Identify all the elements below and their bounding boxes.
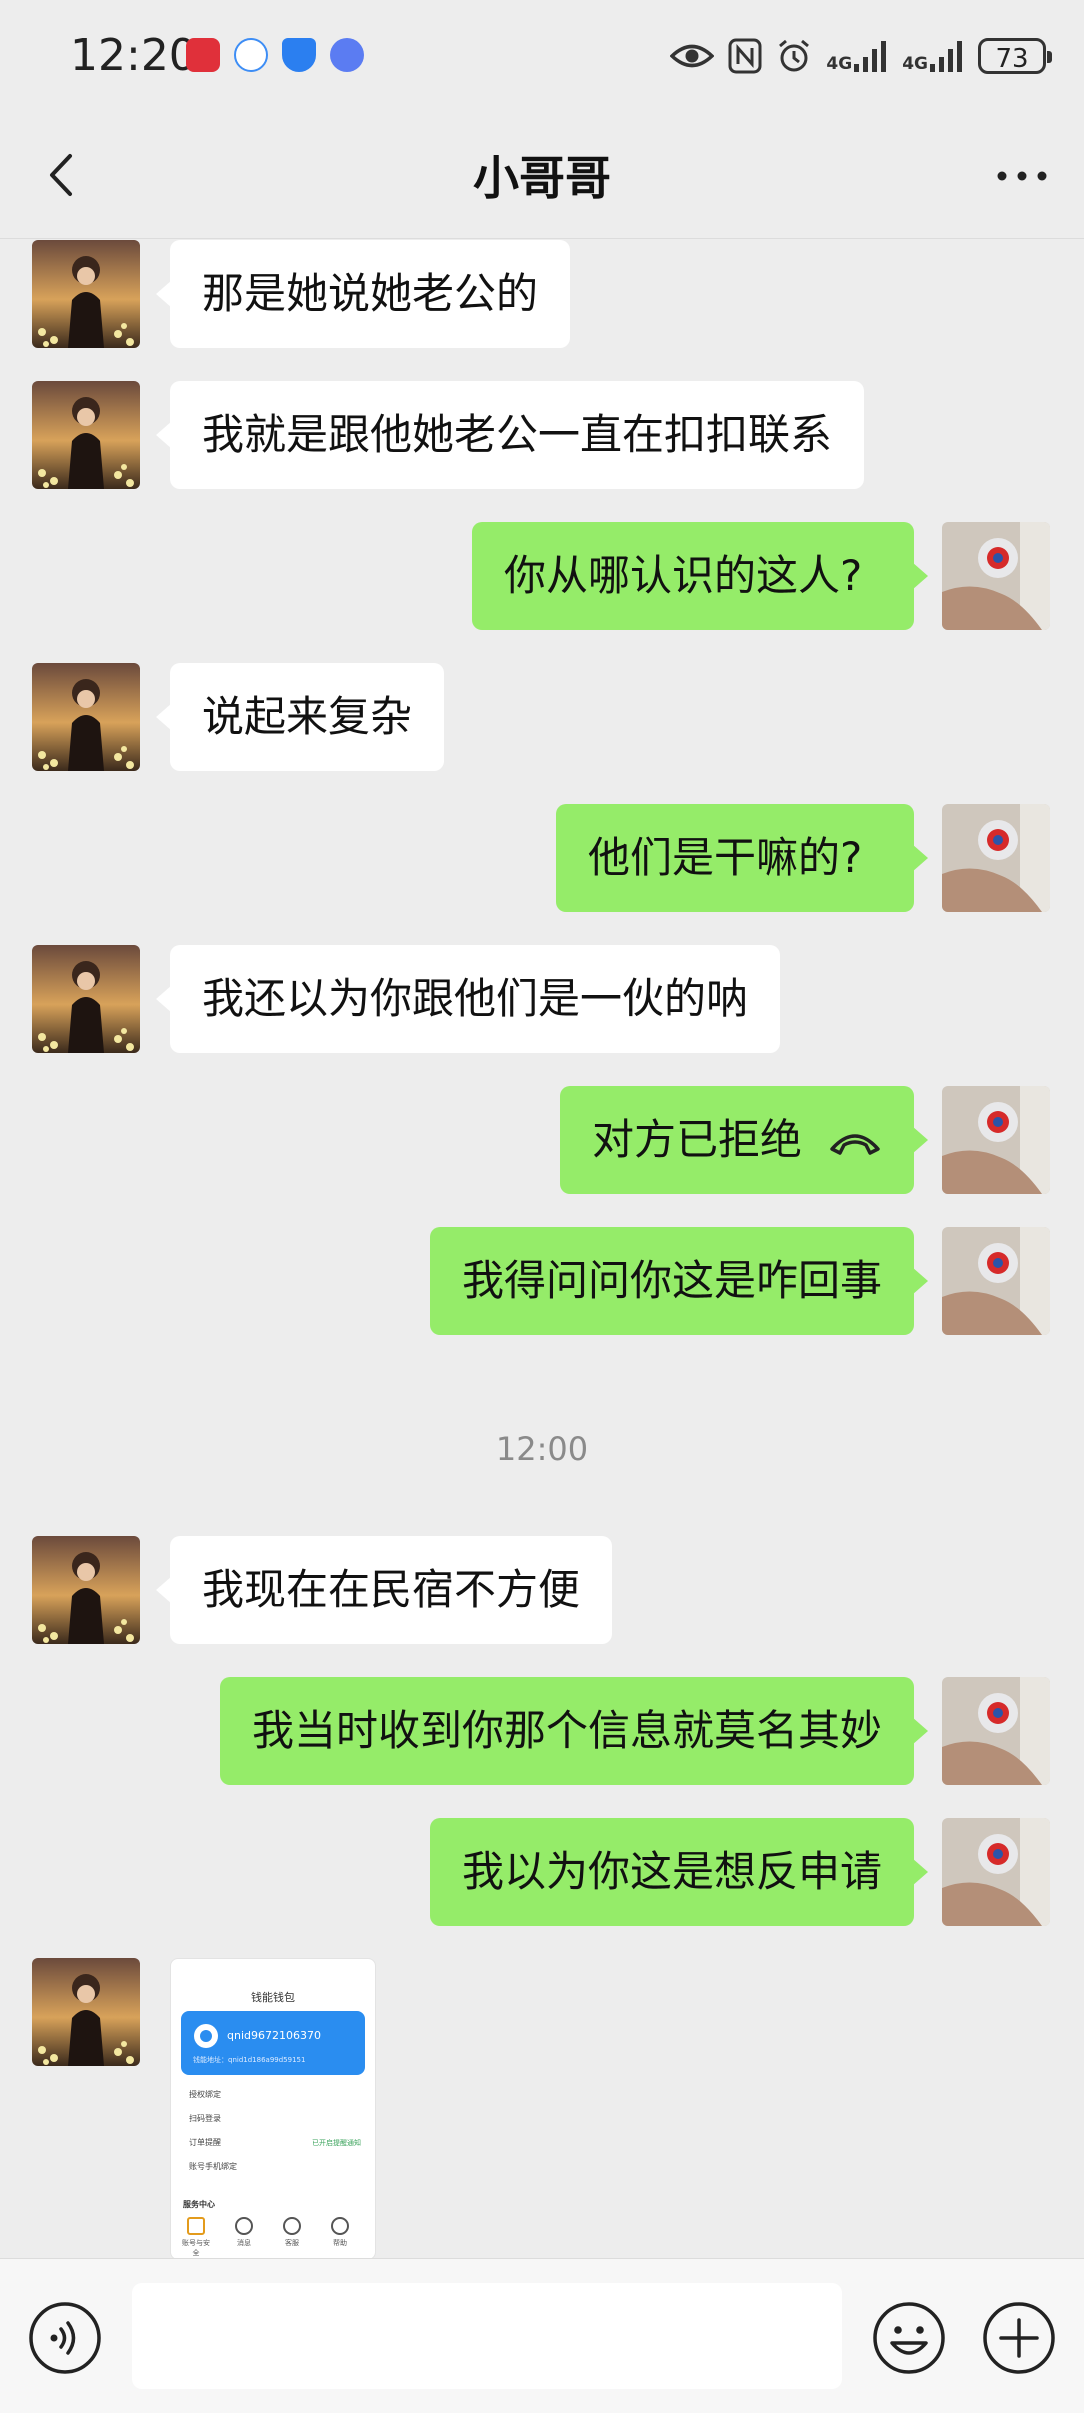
chat-title: 小哥哥	[473, 151, 611, 205]
emoji-button[interactable]	[872, 2301, 946, 2375]
battery-indicator: 73	[978, 38, 1052, 74]
incoming-message-bubble[interactable]: 那是她说她老公的	[156, 240, 570, 348]
voice-input-button[interactable]	[28, 2301, 102, 2375]
message-text: 我还以为你跟他们是一伙的呐	[202, 974, 749, 1023]
thumb-account-sub: 钱能地址：qnid1d186a99d59151	[193, 2056, 306, 2064]
outgoing-message-bubble[interactable]: 我得问问你这是咋回事	[430, 1227, 928, 1335]
message-text: 你从哪认识的这人?	[504, 551, 863, 600]
shield-app-icon	[282, 38, 316, 72]
outgoing-message-bubble[interactable]: 我当时收到你那个信息就莫名其妙	[220, 1677, 928, 1785]
my-avatar[interactable]	[942, 1227, 1050, 1335]
signal-icon	[930, 41, 962, 72]
contact-avatar[interactable]	[32, 945, 140, 1053]
incoming-message-bubble[interactable]: 我就是跟他她老公一直在扣扣联系	[156, 381, 864, 489]
logo-icon	[194, 2024, 218, 2048]
thumb-shortcut: 客服	[277, 2217, 307, 2248]
thumb-shortcut: 账号与安全	[181, 2217, 211, 2258]
my-avatar[interactable]	[942, 522, 1050, 630]
eye-icon	[670, 44, 715, 68]
chat-app-icon	[234, 38, 268, 72]
chat-header: 小哥哥	[0, 112, 1084, 239]
incoming-message-bubble[interactable]: 我还以为你跟他们是一伙的呐	[156, 945, 780, 1053]
my-avatar[interactable]	[942, 1677, 1050, 1785]
outgoing-message-bubble[interactable]: 你从哪认识的这人?	[472, 522, 928, 630]
message-text: 我得问问你这是咋回事	[462, 1256, 883, 1305]
thumb-row: 扫码登录	[189, 2114, 221, 2123]
outgoing-message-bubble[interactable]: 我以为你这是想反申请	[430, 1818, 928, 1926]
input-bar	[0, 2258, 1084, 2413]
message-text: 我现在在民宿不方便	[202, 1565, 581, 1614]
thumb-section-title: 服务中心	[183, 2200, 215, 2209]
message-text: 对方已拒绝	[592, 1115, 803, 1164]
message-input[interactable]	[132, 2283, 842, 2389]
huawei-store-icon	[186, 38, 220, 72]
my-avatar[interactable]	[942, 804, 1050, 912]
message-text: 我就是跟他她老公一直在扣扣联系	[202, 410, 833, 459]
my-avatar[interactable]	[942, 1818, 1050, 1926]
message-text: 我以为你这是想反申请	[462, 1847, 883, 1896]
signal-2: 4G	[902, 40, 964, 73]
thumb-account-id: qnid9672106370	[227, 2029, 321, 2042]
thumb-shortcut: 帮助	[325, 2217, 355, 2248]
message-text: 他们是干嘛的?	[588, 833, 863, 882]
thumb-row: 订单提醒	[189, 2138, 221, 2147]
message-text: 说起来复杂	[202, 692, 413, 741]
thumb-row: 账号手机绑定	[189, 2162, 237, 2171]
contact-avatar[interactable]	[32, 240, 140, 348]
thumb-row-note: 已开启提醒通知	[312, 2139, 361, 2147]
more-options-button[interactable]	[992, 156, 1052, 196]
incoming-message-bubble[interactable]: 说起来复杂	[156, 663, 444, 771]
thumb-shortcut: 消息	[229, 2217, 259, 2248]
thumb-row: 授权绑定	[189, 2090, 221, 2099]
contact-avatar[interactable]	[32, 381, 140, 489]
contact-avatar[interactable]	[32, 1536, 140, 1644]
phone-hangup-icon	[828, 1089, 882, 1197]
incoming-message-bubble[interactable]: 我现在在民宿不方便	[156, 1536, 612, 1644]
message-timestamp: 12:00	[495, 1430, 589, 1468]
message-text: 我当时收到你那个信息就莫名其妙	[252, 1706, 883, 1755]
message-text: 那是她说她老公的	[202, 269, 539, 318]
my-avatar[interactable]	[942, 1086, 1050, 1194]
more-functions-button[interactable]	[982, 2301, 1056, 2375]
thumb-account-card: qnid9672106370 钱能地址：qnid1d186a99d59151	[181, 2011, 365, 2075]
status-bar: 12:20 4G 4G 73	[0, 0, 1084, 112]
outgoing-message-bubble[interactable]: 对方已拒绝	[560, 1086, 928, 1197]
image-message[interactable]: 钱能钱包 qnid9672106370 钱能地址：qnid1d186a99d59…	[170, 1958, 376, 2260]
signal-1: 4G	[826, 40, 888, 73]
outgoing-message-bubble[interactable]: 他们是干嘛的?	[556, 804, 928, 912]
nfc-icon	[728, 38, 762, 74]
alarm-icon	[779, 39, 810, 72]
contact-avatar[interactable]	[32, 663, 140, 771]
contact-avatar[interactable]	[32, 1958, 140, 2066]
status-time: 12:20	[70, 30, 197, 81]
signal-icon	[854, 41, 887, 72]
music-app-icon	[330, 38, 364, 72]
thumb-title: 钱能钱包	[251, 1991, 295, 2004]
